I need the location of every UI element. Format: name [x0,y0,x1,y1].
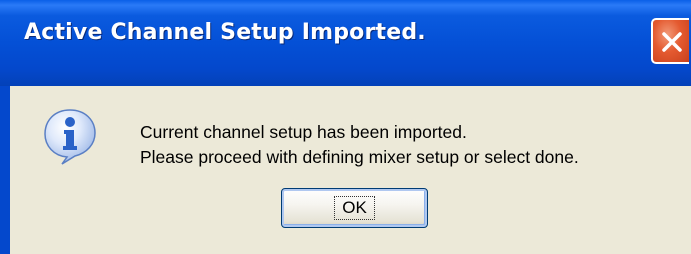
info-icon [44,109,96,165]
dialog-body [0,86,691,254]
ok-button-label: OK [334,196,375,220]
message-line-2: Please proceed with defining mixer setup… [140,147,579,167]
window-title: Active Channel Setup Imported. [24,20,426,45]
ok-button[interactable]: OK [281,188,428,228]
close-icon [662,32,682,52]
message-line-1: Current channel setup has been imported. [140,122,467,142]
title-bar[interactable]: Active Channel Setup Imported. [0,0,691,86]
dialog-window: Active Channel Setup Imported. Current c… [0,0,691,254]
close-button[interactable] [651,18,689,64]
